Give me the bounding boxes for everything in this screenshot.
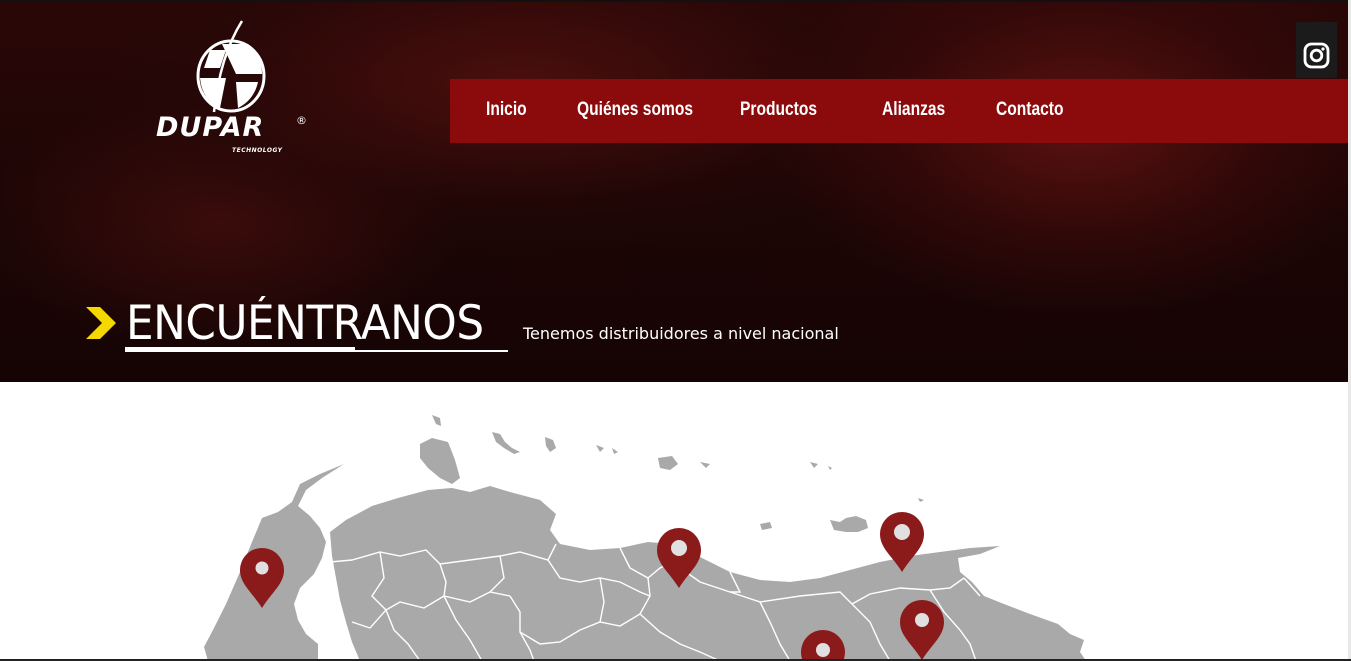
- island: [545, 437, 556, 452]
- island: [760, 522, 772, 530]
- page-title: ENCUÉNTRANOS: [126, 296, 484, 351]
- island: [612, 448, 618, 454]
- logo-wordmark: DUPAR: [156, 112, 265, 143]
- nav-item-contacto[interactable]: Contacto: [996, 99, 1064, 121]
- hero-banner: DUPAR ® TECHNOLOGY Inicio Quiénes somos …: [0, 0, 1351, 382]
- margarita-island: [658, 456, 678, 470]
- island: [918, 498, 924, 502]
- nav-item-quienes-somos[interactable]: Quiénes somos: [577, 99, 693, 121]
- page-subtitle: Tenemos distribuidores a nivel nacional: [523, 324, 839, 343]
- nav-item-inicio[interactable]: Inicio: [486, 99, 527, 121]
- island: [700, 462, 710, 468]
- venezuela-map: [204, 415, 1086, 661]
- island: [492, 432, 520, 454]
- instagram-icon: [1303, 42, 1330, 69]
- nav-item-productos[interactable]: Productos: [740, 99, 817, 121]
- logo-tagline: TECHNOLOGY: [232, 147, 283, 154]
- island: [830, 516, 868, 532]
- chevron-right-icon: [86, 307, 116, 339]
- title-underline-accent: [125, 347, 355, 352]
- island: [596, 445, 604, 452]
- island: [828, 466, 832, 470]
- paraguana-peninsula: [420, 438, 460, 484]
- instagram-button[interactable]: [1296, 22, 1337, 78]
- registered-mark: ®: [296, 114, 307, 127]
- island: [810, 462, 818, 468]
- island: [432, 415, 441, 426]
- nav-item-alianzas[interactable]: Alianzas: [882, 99, 945, 121]
- main-navigation: Inicio Quiénes somos Productos Alianzas …: [450, 79, 1351, 143]
